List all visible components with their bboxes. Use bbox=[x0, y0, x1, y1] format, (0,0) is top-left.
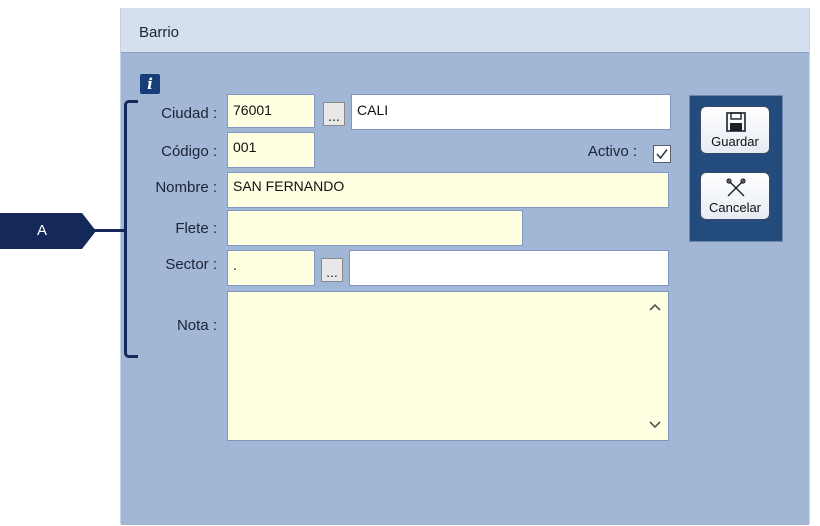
cancel-button[interactable]: Cancelar bbox=[700, 172, 770, 220]
scroll-down-icon[interactable] bbox=[647, 417, 663, 433]
flete-label: Flete : bbox=[175, 220, 217, 237]
cancel-button-label: Cancelar bbox=[708, 200, 762, 215]
nota-textarea[interactable] bbox=[227, 291, 669, 441]
floppy-disk-icon bbox=[726, 112, 746, 132]
annotation-connector bbox=[94, 229, 126, 232]
form-body: i Ciudad : 76001 ... CALI Código : 001 A… bbox=[121, 52, 809, 525]
sector-label: Sector : bbox=[165, 256, 217, 273]
activo-checkbox[interactable] bbox=[653, 145, 671, 163]
sector-code-input[interactable]: . bbox=[227, 250, 315, 286]
annotation-label: A bbox=[36, 222, 47, 239]
window-title: Barrio bbox=[139, 24, 180, 41]
save-button-label: Guardar bbox=[711, 134, 759, 149]
nota-label: Nota : bbox=[176, 317, 217, 334]
activo-label: Activo : bbox=[587, 143, 637, 160]
nombre-input[interactable]: SAN FERNANDO bbox=[227, 172, 669, 208]
codigo-label: Código : bbox=[161, 143, 217, 160]
action-panel: Guardar Cancelar bbox=[689, 95, 783, 242]
barrio-window: Barrio i Ciudad : 76001 ... CALI Código … bbox=[120, 8, 810, 525]
save-button[interactable]: Guardar bbox=[700, 106, 770, 154]
info-icon[interactable]: i bbox=[140, 74, 160, 94]
sector-name-input[interactable] bbox=[349, 250, 669, 286]
checkmark-icon bbox=[656, 149, 668, 160]
scroll-up-icon[interactable] bbox=[647, 299, 663, 315]
ciudad-lookup-button[interactable]: ... bbox=[323, 102, 345, 126]
ciudad-label: Ciudad : bbox=[161, 105, 217, 122]
flete-input[interactable] bbox=[227, 210, 523, 246]
sector-lookup-button[interactable]: ... bbox=[321, 258, 343, 282]
annotation-bracket bbox=[124, 100, 138, 358]
ciudad-code-input[interactable]: 76001 bbox=[227, 94, 315, 128]
codigo-input[interactable]: 001 bbox=[227, 132, 315, 168]
nombre-label: Nombre : bbox=[155, 179, 217, 196]
ciudad-name-input[interactable]: CALI bbox=[351, 94, 671, 130]
cancel-cross-icon bbox=[726, 178, 746, 197]
